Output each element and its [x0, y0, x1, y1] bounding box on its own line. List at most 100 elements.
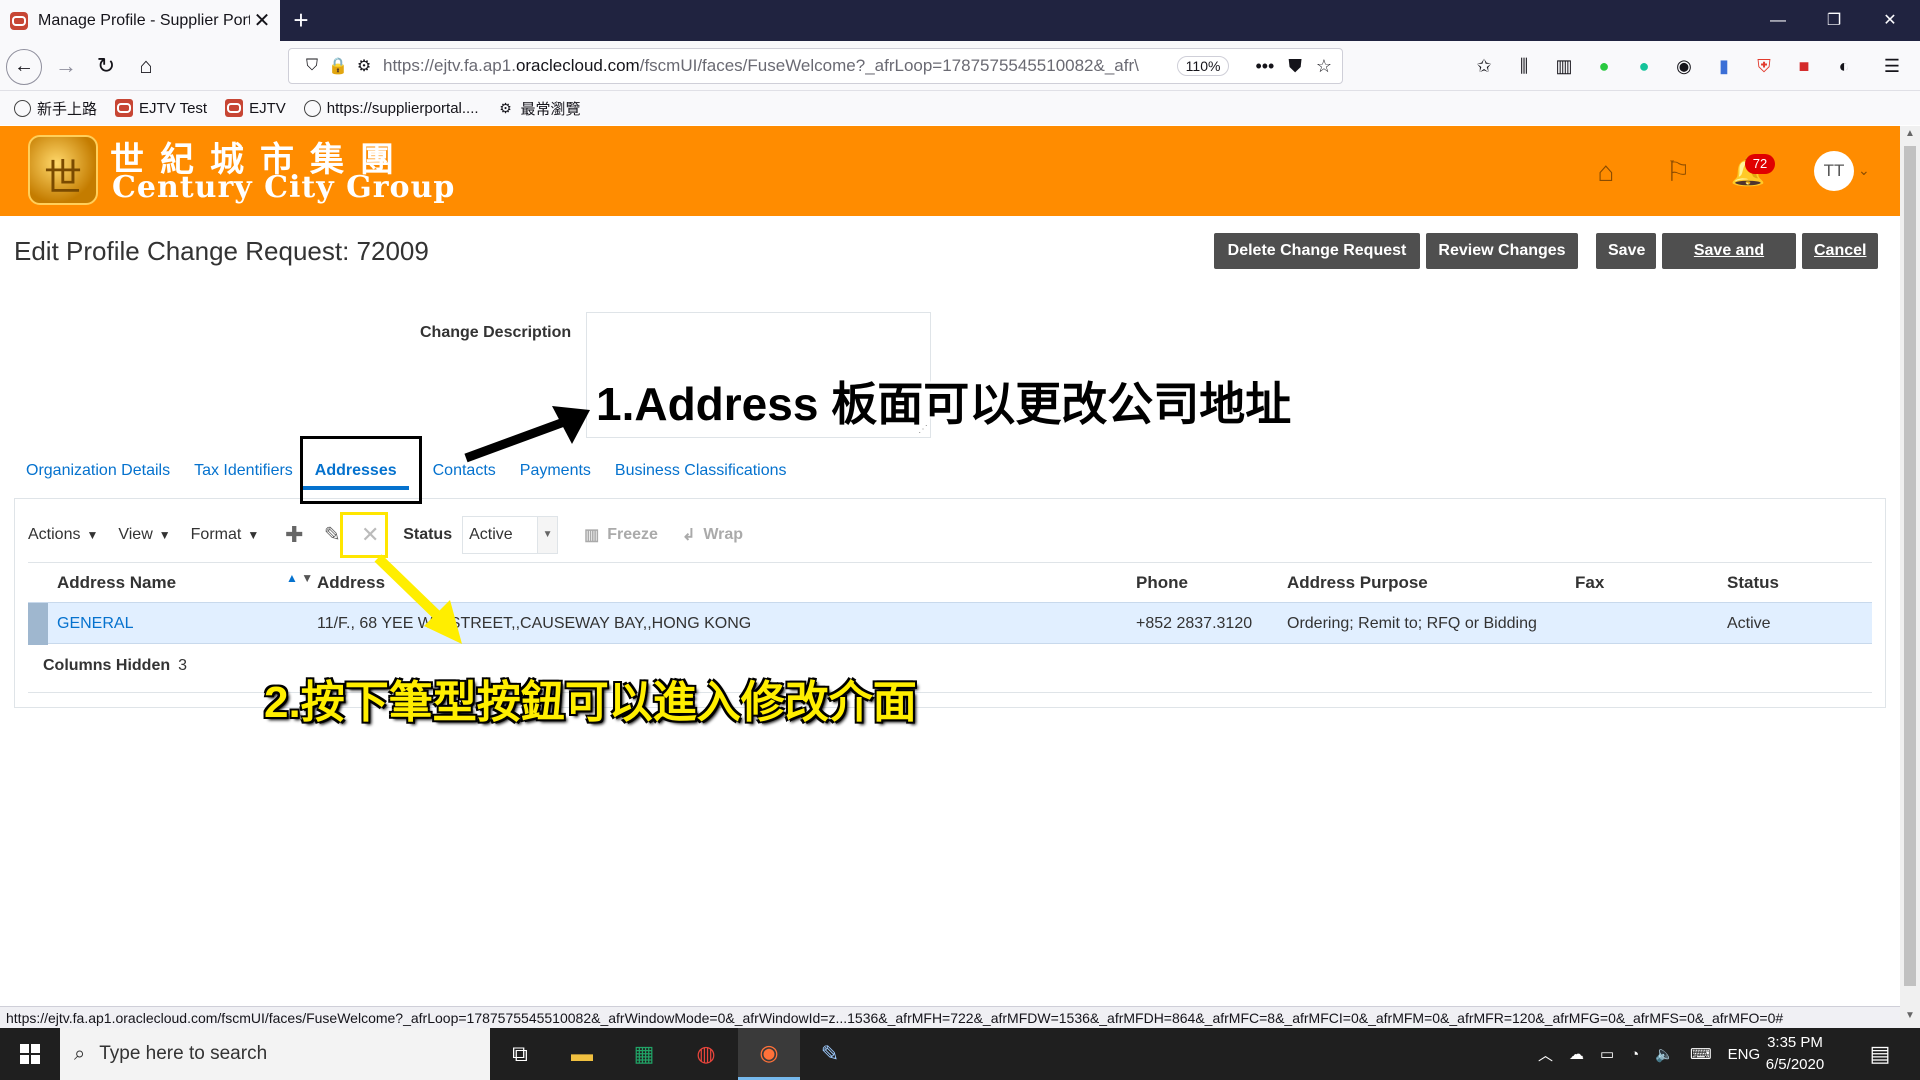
- save-and-close-button[interactable]: Save and Close: [1662, 233, 1796, 295]
- shield-icon[interactable]: ⛉: [299, 57, 325, 75]
- tab-tax-identifiers[interactable]: Tax Identifiers: [194, 462, 293, 490]
- browser-tab[interactable]: Manage Profile - Supplier Porta ✕: [0, 0, 280, 41]
- format-menu[interactable]: Format ▼: [191, 526, 260, 544]
- taskbar-search-box[interactable]: ⌕ Type here to search: [60, 1028, 490, 1080]
- firefox-icon[interactable]: ◉: [738, 1028, 800, 1080]
- favorites-flag-icon[interactable]: ⚐: [1660, 154, 1696, 190]
- page-scrollbar[interactable]: ▲ ▼: [1900, 126, 1920, 1028]
- extension-icon[interactable]: ◐: [1832, 55, 1856, 77]
- sort-descending-icon[interactable]: ▼: [301, 571, 313, 585]
- sort-icons[interactable]: ▲ ▼: [286, 571, 313, 585]
- windows-start-button[interactable]: [0, 1028, 60, 1080]
- battery-icon[interactable]: ▭: [1600, 1045, 1614, 1063]
- status-filter-select[interactable]: Active ▼: [462, 516, 559, 554]
- task-view-icon[interactable]: ⧉: [500, 1034, 540, 1074]
- reading-list-star-icon[interactable]: ✩: [1472, 55, 1496, 77]
- adblock-shield-icon[interactable]: ⛨: [1752, 55, 1776, 77]
- url-text[interactable]: https://ejtv.fa.ap1.oraclecloud.com/fscm…: [383, 56, 1177, 76]
- review-changes-button[interactable]: Review Changes: [1426, 233, 1578, 269]
- link-status-url: https://ejtv.fa.ap1.oraclecloud.com/fscm…: [0, 1006, 1900, 1028]
- onedrive-cloud-icon[interactable]: ☁: [1569, 1045, 1584, 1063]
- back-arrow-icon[interactable]: ←: [6, 49, 42, 85]
- notifications-center-icon[interactable]: ▤: [1860, 1034, 1900, 1074]
- save-button[interactable]: Save: [1596, 233, 1656, 269]
- wrap-button[interactable]: ↲ Wrap: [682, 525, 743, 545]
- sort-ascending-icon[interactable]: ▲: [286, 571, 298, 585]
- actions-menu[interactable]: Actions ▼: [28, 526, 98, 544]
- scroll-up-icon[interactable]: ▲: [1904, 128, 1916, 139]
- add-icon[interactable]: ✚: [279, 520, 309, 550]
- bookmark-extension-icon[interactable]: ▮: [1712, 55, 1736, 77]
- annotation-box-addresses-tab: [300, 436, 422, 504]
- hamburger-menu-icon[interactable]: ☰: [1880, 55, 1904, 77]
- excel-icon[interactable]: ▦: [624, 1034, 664, 1074]
- column-header-phone[interactable]: Phone: [1136, 573, 1188, 593]
- search-icon: ⌕: [74, 1042, 86, 1065]
- close-tab-icon[interactable]: ✕: [250, 8, 274, 33]
- pocket-icon[interactable]: ⛊: [1288, 56, 1302, 77]
- bookmark-item[interactable]: ⚙ 最常瀏覽: [497, 98, 580, 119]
- table-row[interactable]: GENERAL 11/F., 68 YEE WO STREET,,CAUSEWA…: [28, 602, 1872, 645]
- sidebar-icon[interactable]: ▥: [1552, 55, 1576, 77]
- address-purpose-cell: Ordering; Remit to; RFQ or Bidding: [1287, 615, 1537, 632]
- library-icon[interactable]: ⫼: [1512, 55, 1536, 77]
- company-name-en: Century City Group: [112, 170, 456, 205]
- grammarly-icon[interactable]: ●: [1632, 55, 1656, 77]
- chevron-down-icon[interactable]: ⌄: [1858, 162, 1870, 179]
- home-icon[interactable]: ⌂: [1588, 154, 1624, 190]
- phone-cell: +852 2837.3120: [1136, 615, 1253, 632]
- minimize-window-button[interactable]: —: [1750, 0, 1806, 41]
- zoom-level[interactable]: 110%: [1176, 56, 1230, 76]
- url-bar[interactable]: ⛉ 🔒 ⚙ https://ejtv.fa.ap1.oraclecloud.co…: [288, 48, 1343, 84]
- change-description-label: Change Description: [420, 324, 572, 341]
- chrome-icon[interactable]: ◍: [686, 1034, 726, 1074]
- volume-icon[interactable]: 🔈: [1655, 1045, 1674, 1063]
- columns-hidden-info[interactable]: Columns Hidden 3: [43, 657, 187, 675]
- freeze-icon: ▥: [584, 527, 600, 544]
- wifi-icon[interactable]: ◔: [1630, 1046, 1639, 1063]
- show-hidden-icons-chevron-icon[interactable]: ︿: [1538, 1044, 1553, 1065]
- scroll-down-icon[interactable]: ▼: [1904, 1010, 1916, 1021]
- new-tab-button[interactable]: +: [286, 6, 316, 36]
- view-menu[interactable]: View ▼: [118, 526, 170, 544]
- bookmark-item[interactable]: 新手上路: [14, 98, 97, 119]
- pdf-extension-icon[interactable]: ■: [1792, 55, 1816, 77]
- taskbar-clock[interactable]: 3:35 PM 6/5/2020: [1750, 1032, 1840, 1076]
- paint-app-icon[interactable]: ✎: [810, 1034, 850, 1074]
- lock-icon[interactable]: 🔒: [325, 56, 351, 76]
- tab-business-classifications[interactable]: Business Classifications: [615, 462, 787, 490]
- column-header-fax[interactable]: Fax: [1575, 573, 1604, 593]
- reload-icon[interactable]: ↻: [90, 50, 122, 82]
- user-avatar[interactable]: TT: [1814, 151, 1854, 191]
- close-window-button[interactable]: ✕: [1862, 0, 1918, 41]
- tab-title: Manage Profile - Supplier Porta: [38, 11, 250, 29]
- windows-taskbar: ⌕ Type here to search ⧉ ▬ ▦ ◍ ◉ ✎ ︿ ☁ ▭ …: [0, 1028, 1920, 1080]
- cancel-button[interactable]: Cancel: [1802, 233, 1878, 269]
- keyboard-icon[interactable]: ⌨: [1690, 1045, 1712, 1063]
- row-selection-marker[interactable]: [28, 603, 48, 645]
- more-actions-icon[interactable]: •••: [1255, 56, 1274, 77]
- restore-window-button[interactable]: ❐: [1806, 0, 1862, 41]
- forward-arrow-icon[interactable]: →: [50, 50, 82, 82]
- company-logo-icon[interactable]: [28, 135, 98, 205]
- tab-organization-details[interactable]: Organization Details: [26, 462, 170, 490]
- address-name-link[interactable]: GENERAL: [57, 615, 133, 633]
- oracle-icon: [115, 99, 134, 117]
- scrollbar-thumb[interactable]: [1904, 146, 1916, 986]
- freeze-button[interactable]: ▥ Freeze: [584, 525, 658, 545]
- chevron-down-icon[interactable]: ▼: [537, 517, 558, 553]
- file-explorer-icon[interactable]: ▬: [562, 1034, 602, 1074]
- account-icon[interactable]: ◉: [1672, 55, 1696, 77]
- bookmark-item[interactable]: https://supplierportal....: [303, 99, 479, 117]
- bookmark-star-icon[interactable]: ☆: [1316, 56, 1332, 77]
- annotation-arrow-yellow-icon: [374, 554, 462, 644]
- extension-check-icon[interactable]: ●: [1592, 55, 1616, 77]
- home-icon[interactable]: ⌂: [130, 50, 162, 82]
- column-header-status[interactable]: Status: [1727, 573, 1779, 593]
- bookmark-item[interactable]: EJTV: [225, 99, 286, 117]
- bookmark-item[interactable]: EJTV Test: [115, 99, 207, 117]
- column-header-address-purpose[interactable]: Address Purpose: [1287, 573, 1428, 593]
- column-header-address-name[interactable]: Address Name: [57, 573, 176, 593]
- permissions-icon[interactable]: ⚙: [351, 56, 377, 76]
- delete-change-request-button[interactable]: Delete Change Request: [1214, 233, 1420, 269]
